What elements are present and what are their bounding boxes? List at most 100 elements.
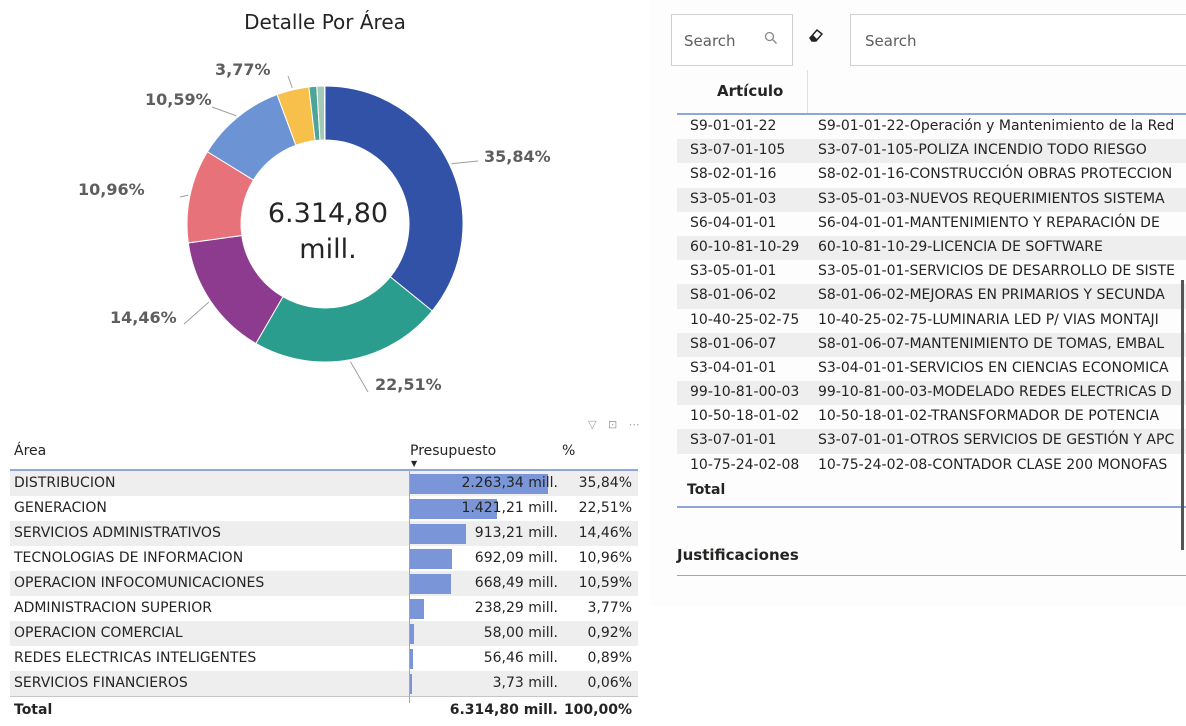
search-icon[interactable] (764, 31, 778, 49)
articulo-code: S3-05-01-03 (690, 190, 777, 207)
table-row[interactable]: REDES ELECTRICAS INTELIGENTES 56,46 mill.… (10, 646, 638, 671)
column-header-area[interactable]: Área (14, 443, 46, 459)
articulo-scrollbar[interactable] (1181, 280, 1184, 550)
search-box-2[interactable]: Search (850, 14, 1186, 66)
pct-value: 0,06% (587, 675, 632, 691)
area-name: SERVICIOS ADMINISTRATIVOS (14, 525, 221, 541)
articulo-description: 10-75-24-02-08-CONTADOR CLASE 200 MONOFA… (818, 456, 1168, 473)
column-divider (807, 70, 808, 113)
table-row[interactable]: DISTRIBUCION 2.263,34 mill. 35,84% (10, 471, 638, 496)
presupuesto-bar (410, 574, 451, 594)
articulo-code: 10-75-24-02-08 (690, 456, 800, 473)
search-input-1[interactable]: Search (684, 32, 736, 50)
area-table-body: DISTRIBUCION 2.263,34 mill. 35,84% GENERACI… (10, 471, 638, 696)
pct-value: 10,96% (578, 550, 632, 566)
slice-label: 14,46% (110, 308, 177, 327)
presupuesto-value: 2.263,34 mill. (461, 475, 558, 491)
table-row[interactable]: OPERACION INFOCOMUNICACIONES 668,49 mill.… (10, 571, 638, 596)
presupuesto-bar (410, 599, 425, 619)
area-name: OPERACION INFOCOMUNICACIONES (14, 575, 265, 591)
total-pct: 100,00% (563, 702, 632, 718)
articulo-description: S8-01-06-02-MEJORAS EN PRIMARIOS Y SECUN… (818, 287, 1165, 304)
leader-line (211, 106, 237, 117)
articulo-total-label: Total (687, 481, 726, 498)
eraser-icon[interactable] (808, 28, 824, 46)
donut-slice[interactable] (255, 276, 433, 363)
donut-center-total: 6.314,80 mill. (218, 196, 438, 268)
articulo-description: S8-02-01-16-CONSTRUCCIÓN OBRAS PROTECCIO… (818, 166, 1173, 183)
column-header-pct[interactable]: % (562, 443, 575, 459)
table-row[interactable]: S9-01-01-22 S9-01-01-22-Operación y Mante… (677, 115, 1186, 139)
donut-slice[interactable] (323, 85, 326, 141)
articulo-table: Artículo S9-01-01-22 S9-01-01-22-Operació… (677, 70, 1186, 508)
area-name: TECNOLOGIAS DE INFORMACION (14, 550, 244, 566)
presupuesto-value: 238,29 mill. (474, 600, 558, 616)
bar-axis-line (409, 471, 410, 703)
articulo-description: S3-07-01-105-POLIZA INCENDIO TODO RIESGO (818, 142, 1147, 159)
articulo-code: S3-07-01-01 (690, 432, 777, 449)
column-header-presupuesto[interactable]: Presupuesto (410, 443, 496, 459)
articulo-description: S9-01-01-22-Operación y Mantenimiento de… (818, 118, 1175, 134)
articulo-code: S3-07-01-105 (690, 142, 786, 159)
table-row[interactable]: 10-75-24-02-08 10-75-24-02-08-CONTADOR CL… (677, 454, 1186, 478)
articulo-code: 99-10-81-00-03 (690, 384, 800, 401)
search-box-1[interactable]: Search (671, 14, 793, 66)
table-row[interactable]: S3-07-01-01 S3-07-01-01-OTROS SERVICIOS D… (677, 429, 1186, 454)
area-name: REDES ELECTRICAS INTELIGENTES (14, 650, 257, 666)
area-table-header: Área Presupuesto ▼ % (10, 437, 638, 471)
table-row[interactable]: 10-50-18-01-02 10-50-18-01-02-TRANSFORMAD… (677, 405, 1186, 429)
articulo-table-body: S9-01-01-22 S9-01-01-22-Operación y Mante… (677, 115, 1186, 478)
table-row[interactable]: S8-01-06-02 S8-01-06-02-MEJORAS EN PRIMAR… (677, 284, 1186, 309)
pct-value: 3,77% (587, 600, 632, 616)
table-row[interactable]: S3-07-01-105 S3-07-01-105-POLIZA INCENDIO… (677, 139, 1186, 164)
table-row[interactable]: S3-05-01-01 S3-05-01-01-SERVICIOS DE DESA… (677, 260, 1186, 284)
table-row[interactable]: ADMINISTRACION SUPERIOR 238,29 mill. 3,77% (10, 596, 638, 621)
donut-center-unit: mill. (299, 234, 357, 265)
presupuesto-value: 1.421,21 mill. (461, 500, 558, 516)
pct-value: 14,46% (578, 525, 632, 541)
column-header-articulo[interactable]: Artículo (717, 82, 783, 100)
slice-label: 3,77% (215, 60, 271, 79)
articulo-code: 10-40-25-02-75 (690, 311, 800, 328)
presupuesto-value: 668,49 mill. (474, 575, 558, 591)
presupuesto-value: 692,09 mill. (474, 550, 558, 566)
presupuesto-value: 56,46 mill. (483, 650, 558, 666)
table-row[interactable]: S8-01-06-07 S8-01-06-07-MANTENIMIENTO DE … (677, 332, 1186, 357)
slice-label: 10,59% (145, 90, 212, 109)
table-row[interactable]: 60-10-81-10-29 60-10-81-10-29-LICENCIA DE… (677, 235, 1186, 261)
articulo-description: S3-05-01-01-SERVICIOS DE DESARROLLO DE S… (818, 263, 1175, 280)
pct-value: 35,84% (578, 475, 632, 491)
table-row[interactable]: S3-04-01-01 S3-04-01-01-SERVICIOS EN CIEN… (677, 357, 1186, 381)
table-row[interactable]: S6-04-01-01 S6-04-01-01-MANTENIMIENTO Y R… (677, 212, 1186, 236)
area-name: GENERACION (14, 500, 107, 516)
pct-value: 0,89% (587, 650, 632, 666)
pct-value: 0,92% (587, 625, 632, 641)
articulo-code: 10-50-18-01-02 (690, 408, 800, 425)
articulo-code: S3-05-01-01 (690, 263, 777, 280)
search-input-2[interactable]: Search (865, 32, 917, 50)
articulo-code: S9-01-01-22 (690, 118, 777, 134)
articulo-code: S3-04-01-01 (690, 359, 777, 376)
slice-label: 35,84% (484, 147, 551, 166)
articulo-code: S6-04-01-01 (690, 214, 777, 231)
table-row[interactable]: GENERACION 1.421,21 mill. 22,51% (10, 496, 638, 521)
area-name: OPERACION COMERCIAL (14, 625, 183, 641)
articulo-code: S8-02-01-16 (690, 166, 777, 183)
articulo-description: S3-05-01-03-NUEVOS REQUERIMIENTOS SISTEM… (818, 190, 1165, 207)
table-row[interactable]: SERVICIOS FINANCIEROS 3,73 mill. 0,06% (10, 671, 638, 696)
presupuesto-value: 913,21 mill. (474, 525, 558, 541)
table-row[interactable]: 10-40-25-02-75 10-40-25-02-75-LUMINARIA L… (677, 309, 1186, 333)
articulo-code: S8-01-06-07 (690, 335, 777, 352)
table-row[interactable]: TECNOLOGIAS DE INFORMACION 692,09 mill. 10… (10, 546, 638, 571)
table-row[interactable]: OPERACION COMERCIAL 58,00 mill. 0,92% (10, 621, 638, 646)
area-table-total: Total 6.314,80 mill. 100,00% (10, 696, 638, 723)
table-row[interactable]: S8-02-01-16 S8-02-01-16-CONSTRUCCIÓN OBRA… (677, 163, 1186, 187)
articulo-table-header: Artículo (677, 70, 1186, 115)
articulo-description: S3-04-01-01-SERVICIOS EN CIENCIAS ECONOM… (818, 359, 1169, 376)
visual-header-icons[interactable]: ▽ ⊡ ⋯ (588, 418, 644, 431)
table-row[interactable]: SERVICIOS ADMINISTRATIVOS 913,21 mill. 14,… (10, 521, 638, 546)
articulo-description: S3-07-01-01-OTROS SERVICIOS DE GESTIÓN Y… (818, 432, 1175, 449)
table-row[interactable]: S3-05-01-03 S3-05-01-03-NUEVOS REQUERIMIE… (677, 187, 1186, 212)
table-row[interactable]: 99-10-81-00-03 99-10-81-00-03-MODELADO RE… (677, 381, 1186, 406)
articulo-description: S6-04-01-01-MANTENIMIENTO Y REPARACIÓN D… (818, 214, 1160, 231)
